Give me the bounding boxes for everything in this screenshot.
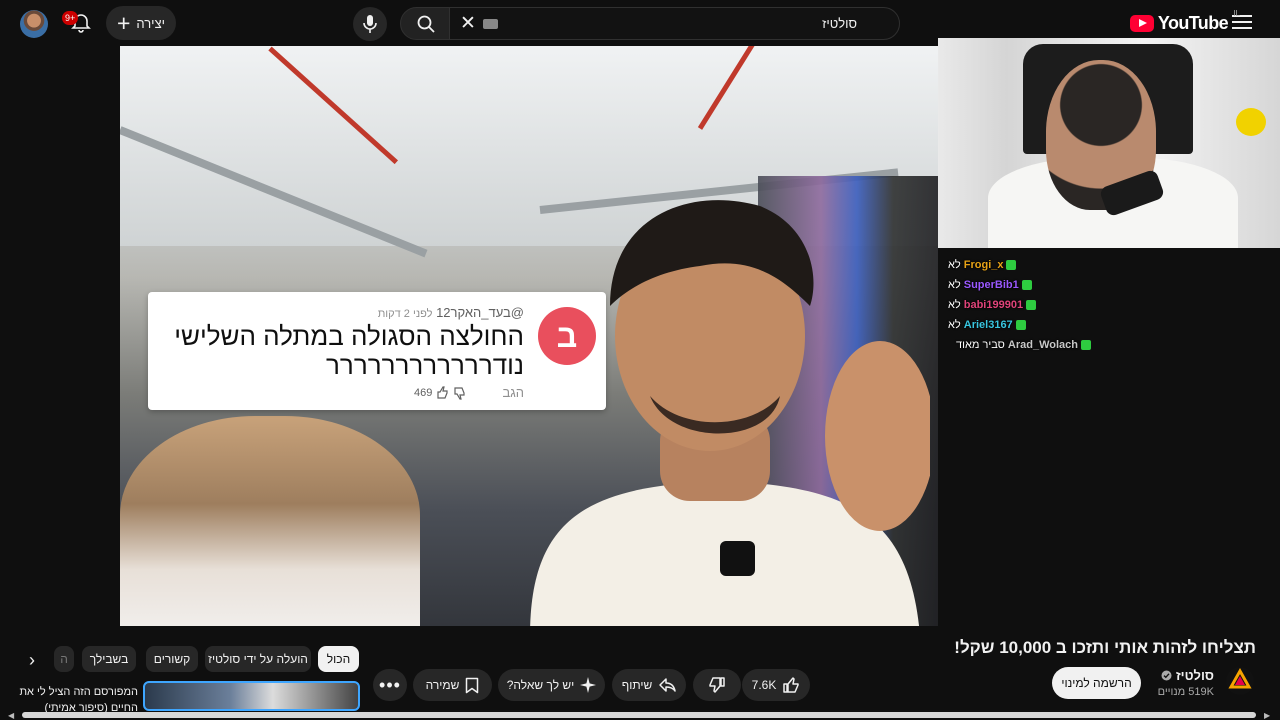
cam-duck-toy [1236, 108, 1266, 136]
chat-message: לא [948, 319, 961, 331]
chat-message: לא [948, 299, 961, 311]
chat-line: Arad_Wolach סביר מאוד [948, 335, 1148, 355]
scroll-left-arrow-icon[interactable]: ◀ [8, 711, 14, 720]
search-icon [417, 15, 435, 33]
bookmark-icon [466, 677, 479, 693]
sparkle-icon [580, 677, 597, 693]
search-query[interactable]: סולטיז [822, 16, 857, 31]
notification-count-badge: 9+ [62, 11, 79, 25]
create-button[interactable]: + יצירה [106, 6, 176, 40]
recommendation-thumbnail[interactable] [143, 681, 360, 711]
chip-uploaded-by-channel[interactable]: הועלה על ידי סולטיז [205, 646, 311, 672]
comment-handle: @בעד_האקר12 לפני 2 דקות [378, 305, 524, 320]
voice-search-button[interactable] [353, 7, 387, 41]
video-scene-woman [120, 416, 420, 626]
share-label: שיתוף [621, 678, 653, 692]
chat-badge-icon [1015, 320, 1026, 330]
more-actions-button[interactable]: ••• [373, 669, 407, 701]
more-dots-icon: ••• [379, 674, 401, 695]
ask-label: יש לך שאלה? [506, 678, 575, 692]
video-scene-presenter [530, 200, 930, 626]
share-arrow-icon [659, 678, 677, 692]
chip-all[interactable]: הכול [318, 646, 359, 672]
share-button[interactable]: שיתוף [612, 669, 686, 701]
youtube-logo[interactable]: YouTube IL [1129, 9, 1240, 37]
chat-line: Frogi_x לא [948, 255, 1148, 275]
video-player[interactable]: ב @בעד_האקר12 לפני 2 דקות החולצה הסגולה … [120, 46, 938, 626]
search-button[interactable] [400, 7, 450, 40]
chat-username: babi199901 [963, 299, 1024, 311]
like-button[interactable]: 7.6K [742, 669, 810, 701]
thumbs-up-icon [783, 677, 800, 693]
stream-chat-overlay: Frogi_x לא SuperBib1 לא babi199901 לא Ar… [948, 255, 1148, 355]
chat-message: לא [948, 259, 961, 271]
save-button[interactable]: שמירה [413, 669, 492, 701]
clear-search-icon[interactable]: ✕ [458, 14, 478, 34]
comment-time: לפני 2 דקות [377, 308, 433, 320]
channel-name[interactable]: סולטיז [1161, 668, 1214, 683]
plus-icon: + [116, 10, 131, 36]
chip-related[interactable]: קשורים [146, 646, 198, 672]
chat-username: Frogi_x [963, 259, 1004, 271]
chip-partial[interactable]: ה [54, 646, 74, 672]
logo-text: YouTube [1157, 12, 1229, 33]
comment-like-icon [437, 386, 448, 399]
comment-text: החולצה הסגולה במתלה השלישי נודרררררררררר… [174, 321, 524, 380]
chat-badge-icon [1081, 340, 1091, 350]
create-label: יצירה [136, 15, 166, 31]
chat-username: Arad_Wolach [1007, 339, 1078, 351]
chip-for-you[interactable]: בשבילך [82, 646, 136, 672]
comment-author: @בעד_האקר12 [436, 305, 524, 320]
like-count: 7.6K [751, 678, 777, 692]
subscribe-button[interactable]: הרשמה למינוי [1052, 667, 1141, 699]
chat-username: Ariel3167 [963, 319, 1013, 331]
comment-like-count: 469 [414, 387, 433, 399]
video-title: תצליחו לזהות אותי ותזכו ב 10,000 שקל! [954, 638, 1256, 657]
country-code: IL [1233, 9, 1240, 18]
verified-check-icon [1161, 670, 1172, 681]
dislike-button[interactable] [693, 669, 741, 701]
comment-dislike-icon [454, 387, 465, 400]
chat-badge-icon [1006, 260, 1017, 270]
channel-name-text[interactable]: סולטיז [1176, 668, 1214, 683]
thumbs-down-icon [709, 677, 725, 693]
chat-line: babi199901 לא [948, 295, 1148, 315]
scroll-right-arrow-icon[interactable]: ▶ [1264, 711, 1270, 720]
subscriber-count: 519K מנויים [1157, 686, 1214, 698]
comment-reply-label: הגב [502, 385, 524, 400]
chat-message: סביר מאוד [956, 339, 1005, 351]
chat-message: לא [948, 279, 961, 291]
account-avatar[interactable] [20, 10, 48, 38]
keyboard-icon[interactable] [483, 19, 498, 29]
streamer-webcam [938, 38, 1280, 248]
chat-line: Ariel3167 לא [948, 315, 1148, 335]
horizontal-scrollbar[interactable] [22, 712, 1256, 718]
chat-line: SuperBib1 לא [948, 275, 1148, 295]
comment-overlay: ב @בעד_האקר12 לפני 2 דקות החולצה הסגולה … [148, 292, 606, 410]
youtube-play-icon [1129, 14, 1154, 32]
search-input[interactable]: סולטיז ✕ [446, 7, 900, 40]
chat-username: SuperBib1 [963, 279, 1019, 291]
chat-badge-icon [1021, 280, 1032, 290]
chat-badge-icon [1026, 300, 1037, 310]
save-label: שמירה [425, 678, 460, 692]
channel-avatar[interactable] [1226, 667, 1254, 695]
comment-likes: 469 [414, 386, 450, 400]
ask-question-button[interactable]: יש לך שאלה? [498, 669, 605, 701]
comment-avatar: ב [538, 307, 596, 365]
chevron-right-icon[interactable]: › [20, 649, 44, 671]
microphone-icon [363, 15, 377, 33]
